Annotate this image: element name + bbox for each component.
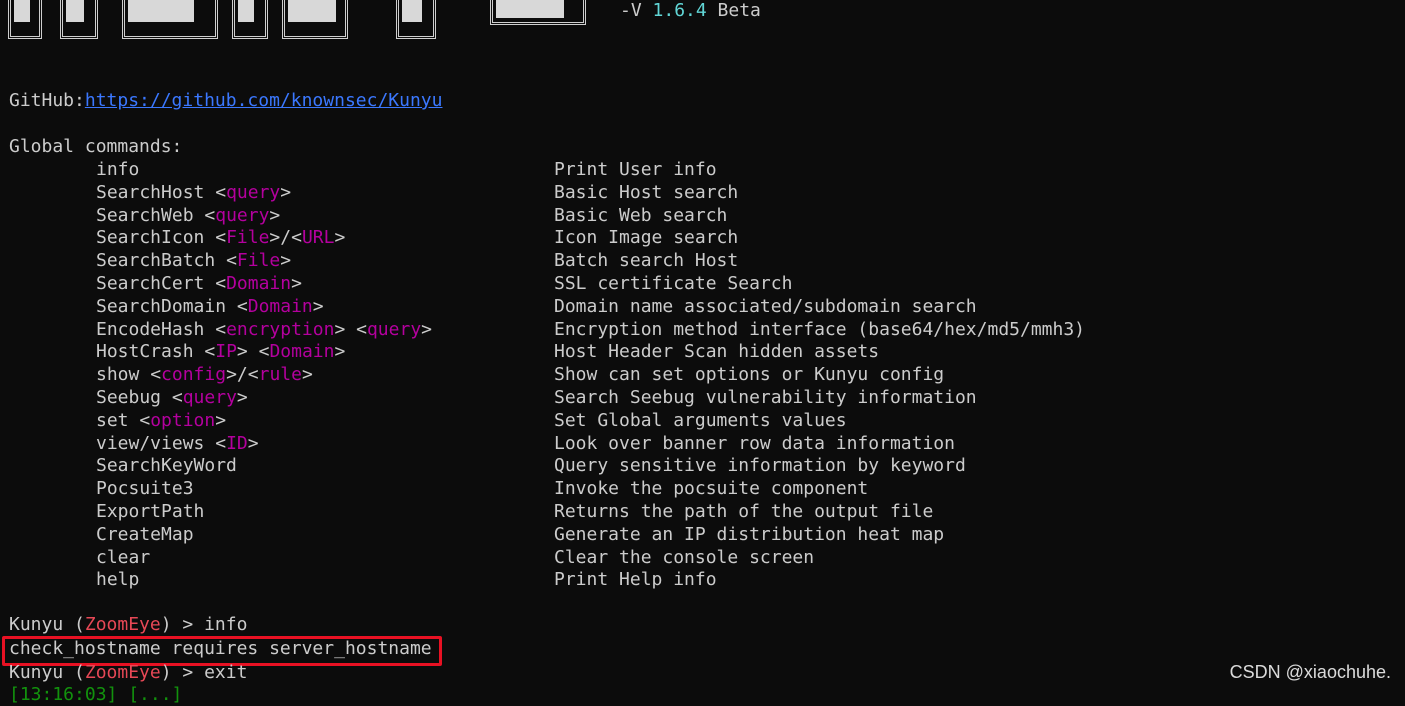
command-description: Query sensitive information by keyword: [554, 455, 966, 476]
github-link[interactable]: https://github.com/knownsec/Kunyu: [85, 90, 443, 111]
command-row-name: SearchWeb <query>: [96, 205, 281, 226]
command-description: Print User info: [554, 159, 717, 180]
logo-glyph: [496, 0, 564, 18]
command-row-name: ExportPath: [96, 501, 204, 523]
command-row-name: set <option>: [96, 410, 227, 431]
command-row-name: help: [96, 569, 139, 591]
command-param: option: [150, 410, 216, 431]
command-row-name: show <config>/<rule>: [96, 364, 313, 385]
version-suffix: Beta: [706, 0, 761, 21]
command-description: Encryption method interface (base64/hex/…: [554, 319, 1086, 340]
command-param: query: [366, 319, 422, 340]
prompt-mode: ZoomEye: [84, 662, 161, 683]
command-description: Print Help info: [554, 569, 717, 590]
command-description: Search Seebug vulnerability information: [554, 387, 977, 408]
command-param: config: [161, 364, 227, 385]
github-label: GitHub:: [9, 90, 85, 111]
prompt-suffix: ) >: [160, 614, 205, 635]
command-name: help: [96, 569, 140, 590]
prompt-prefix: Kunyu (: [9, 614, 85, 635]
command-name: set: [96, 410, 129, 431]
command-param: Domain: [247, 296, 313, 317]
command-row-name: SearchKeyWord: [96, 455, 237, 477]
partial-log-line: [13:16:03] [...]: [9, 684, 183, 705]
prompt-line-1: Kunyu (ZoomEye) > info: [9, 614, 247, 636]
command-name: info: [96, 159, 140, 180]
command-name: SearchCert: [96, 273, 205, 294]
github-line: GitHub:https://github.com/knownsec/Kunyu: [9, 90, 442, 112]
command-name: Pocsuite3: [96, 478, 194, 499]
command-description: Generate an IP distribution heat map: [554, 524, 945, 545]
command-param: rule: [258, 364, 302, 385]
command-description: Icon Image search: [554, 227, 739, 248]
command-description: Batch search Host: [554, 250, 739, 271]
command-name: ExportPath: [96, 501, 205, 522]
command-row-name: SearchCert <Domain>: [96, 273, 302, 294]
command-name: SearchBatch: [96, 250, 216, 271]
command-param: IP: [215, 341, 237, 362]
command-name: HostCrash: [96, 341, 194, 362]
command-param: Domain: [269, 341, 335, 362]
command-description: Basic Web search: [554, 205, 728, 226]
command-param: File: [236, 250, 281, 271]
command-name: SearchWeb: [96, 205, 194, 226]
command-row-name: Pocsuite3: [96, 478, 194, 500]
command-description: Returns the path of the output file: [554, 501, 934, 522]
command-row-name: Seebug <query>: [96, 387, 248, 408]
prompt-suffix: ) >: [160, 662, 205, 683]
command-name: SearchIcon: [96, 227, 205, 248]
command-param: ID: [226, 433, 248, 454]
version-label: -V 1.6.4 Beta: [620, 0, 761, 22]
command-row-name: SearchIcon <File>/<URL>: [96, 227, 346, 248]
watermark: CSDN @xiaochuhe.: [1229, 662, 1391, 682]
command-name: view/views: [96, 433, 205, 454]
command-description: Invoke the pocsuite component: [554, 478, 869, 499]
command-row-name: SearchHost <query>: [96, 182, 292, 203]
command-name: SearchKeyWord: [96, 455, 237, 476]
command-name: SearchDomain: [96, 296, 227, 317]
command-row-name: HostCrash <IP> <Domain>: [96, 341, 346, 362]
command-name: SearchHost: [96, 182, 205, 203]
command-row-name: SearchDomain <Domain>: [96, 296, 324, 317]
command-param: File: [226, 227, 270, 248]
command-description: Set Global arguments values: [554, 410, 847, 431]
command-description: SSL certificate Search: [554, 273, 793, 294]
version-prefix: -V: [620, 0, 653, 21]
command-name: clear: [96, 547, 151, 568]
command-param: encryption: [226, 319, 335, 340]
logo-glyph: [14, 0, 30, 22]
logo-glyph: [402, 0, 422, 22]
command-name: Seebug: [96, 387, 162, 408]
command-param: Domain: [226, 273, 292, 294]
command-description: Domain name associated/subdomain search: [554, 296, 977, 317]
command-name: EncodeHash: [96, 319, 205, 340]
command-row-name: info: [96, 159, 139, 181]
prompt-prefix: Kunyu (: [9, 662, 85, 683]
command-row-name: view/views <ID>: [96, 433, 259, 454]
logo-glyph: [288, 0, 336, 22]
command-name: show: [96, 364, 140, 385]
command-description: Look over banner row data information: [554, 433, 955, 454]
command-param: query: [182, 387, 237, 408]
command-description: Clear the console screen: [554, 547, 815, 568]
command-description: Host Header Scan hidden assets: [554, 341, 880, 362]
logo-glyph: [66, 0, 84, 22]
global-commands-title: Global commands:: [9, 136, 183, 157]
version-number: 1.6.4: [652, 0, 707, 21]
command-name: CreateMap: [96, 524, 194, 545]
command-param: query: [226, 182, 281, 203]
logo-glyph: [128, 0, 194, 22]
command-row-name: EncodeHash <encryption> <query>: [96, 319, 432, 340]
command-row-name: CreateMap: [96, 524, 194, 546]
command-param: URL: [301, 227, 335, 248]
logo-glyph: [238, 0, 254, 22]
command-row-name: SearchBatch <File>: [96, 250, 292, 271]
prompt-mode: ZoomEye: [84, 614, 161, 635]
command-description: Basic Host search: [554, 182, 739, 203]
command-description: Show can set options or Kunyu config: [554, 364, 945, 385]
command-row-name: clear: [96, 547, 150, 569]
command-param: query: [215, 205, 270, 226]
prompt-command: exit: [204, 662, 248, 683]
prompt-command: info: [204, 614, 248, 635]
